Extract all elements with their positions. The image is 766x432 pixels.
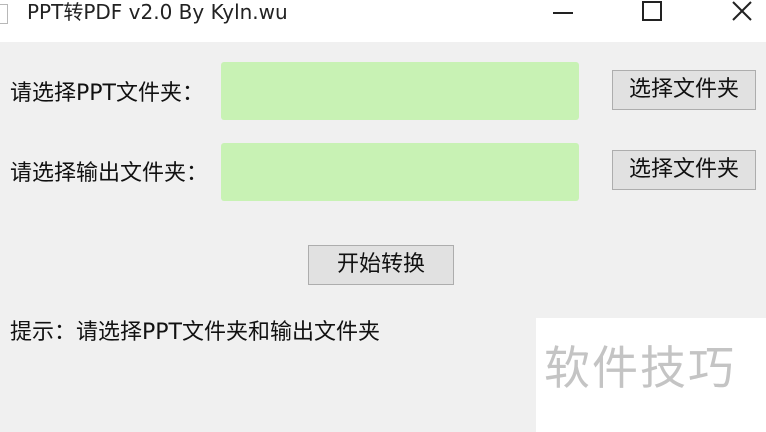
ppt-folder-label: 请选择PPT文件夹： — [10, 81, 204, 106]
status-hint: 提示：请选择PPT文件夹和输出文件夹 — [10, 320, 380, 345]
close-icon — [732, 1, 752, 21]
minimize-icon — [553, 12, 573, 14]
minimize-button[interactable] — [540, 0, 586, 28]
choose-ppt-folder-button[interactable]: 选择文件夹 — [612, 70, 756, 110]
start-convert-button[interactable]: 开始转换 — [308, 245, 454, 285]
output-folder-field[interactable] — [221, 143, 579, 201]
app-window: PPT转PDF v2.0 By Kyln.wu 请选择PPT文件夹： 选择文件夹… — [0, 0, 766, 432]
watermark-overlay: 软件技巧 — [536, 318, 766, 432]
close-button[interactable] — [718, 0, 764, 28]
maximize-button[interactable] — [628, 0, 674, 28]
maximize-icon — [642, 1, 662, 21]
ppt-folder-field[interactable] — [221, 62, 579, 120]
window-title: PPT转PDF v2.0 By Kyln.wu — [27, 0, 288, 24]
choose-output-folder-button[interactable]: 选择文件夹 — [612, 150, 756, 190]
output-folder-label: 请选择输出文件夹： — [10, 161, 209, 186]
title-bar[interactable]: PPT转PDF v2.0 By Kyln.wu — [0, 0, 766, 42]
document-icon — [0, 4, 8, 24]
watermark-text: 软件技巧 — [544, 341, 736, 395]
